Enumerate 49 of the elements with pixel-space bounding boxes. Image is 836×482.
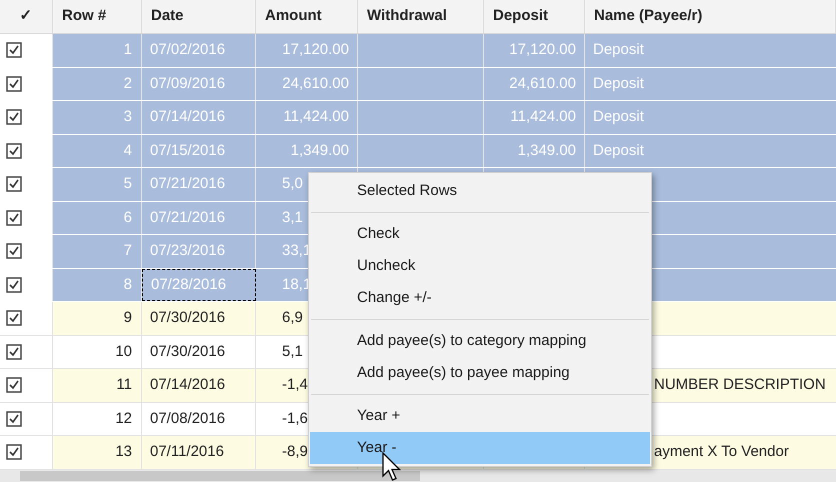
- table-cell-text: 5,0: [282, 174, 303, 194]
- table-cell-text: 9: [124, 308, 132, 328]
- table-cell-text: 07/23/2016: [150, 241, 226, 261]
- table-cell-text: 5: [124, 174, 132, 194]
- table-cell-text: 18,1: [282, 274, 312, 294]
- table-cell-text: 6,9: [282, 308, 303, 328]
- table-cell-text: 2: [124, 74, 132, 94]
- table-cell-text: -1,6: [282, 408, 308, 428]
- table-cell-text: 17,120.00: [509, 40, 576, 60]
- table-cell-text: 1,349.00: [290, 140, 349, 160]
- table-cell-text: 17,120.00: [282, 40, 349, 60]
- table-cell-text: 3,1: [282, 208, 303, 228]
- table-cell-text: 07/11/2016: [150, 442, 224, 462]
- table-cell-text: Deposit: [593, 107, 644, 127]
- table-cell-text: 24,610.00: [509, 74, 576, 94]
- table-cell-text: 10: [115, 342, 132, 362]
- table-cell-text: 4: [124, 140, 132, 160]
- table-cell-text: 07/21/2016: [150, 208, 226, 228]
- table-cell-text: 12: [115, 408, 132, 428]
- table-cell-text: 07/21/2016: [150, 174, 226, 194]
- table-cell-text: 07/14/2016: [150, 107, 226, 127]
- table-cell-text: 07/30/2016: [150, 308, 226, 328]
- table-cell-text: 07/15/2016: [150, 140, 226, 160]
- table-cell-text: 33,1: [282, 241, 312, 261]
- table-cell-text: 5,1: [282, 342, 303, 362]
- table-cell-text: 8: [124, 274, 132, 294]
- table-cell-text: 07/08/2016: [150, 408, 226, 428]
- table-cell-text: Deposit: [593, 140, 644, 160]
- table-cell-text: 11,424.00: [283, 107, 349, 127]
- table-cell-text: 11,424.00: [510, 107, 576, 127]
- table-cell-text: 3: [124, 107, 132, 127]
- table-cell-text: 1: [124, 40, 132, 60]
- table-cell-text: 07/14/2016: [150, 375, 226, 395]
- table-cell-text: 07/02/2016: [150, 40, 226, 60]
- table-cell-text: 6: [124, 208, 132, 228]
- table-cell-text: 13: [115, 442, 132, 462]
- table-cell-text: NUMBER DESCRIPTION: [654, 375, 826, 395]
- table-cell-text: Deposit: [593, 40, 644, 60]
- table-cell-text: 11: [116, 375, 132, 395]
- table-cell-text: -1,4: [282, 375, 308, 395]
- table-cell-text: 24,610.00: [282, 74, 349, 94]
- table-cell-text: -8,9: [282, 442, 308, 462]
- table-cell-text: 07/30/2016: [150, 342, 226, 362]
- table-cell-text: ayment X To Vendor: [654, 442, 789, 462]
- table-cell-text: 07/09/2016: [150, 74, 226, 94]
- table-cell-text: 1,349.00: [518, 140, 576, 160]
- table-cell-text: 07/28/2016: [151, 274, 226, 294]
- table-cell-text: Deposit: [593, 74, 644, 94]
- table-cell-text: 7: [124, 241, 132, 261]
